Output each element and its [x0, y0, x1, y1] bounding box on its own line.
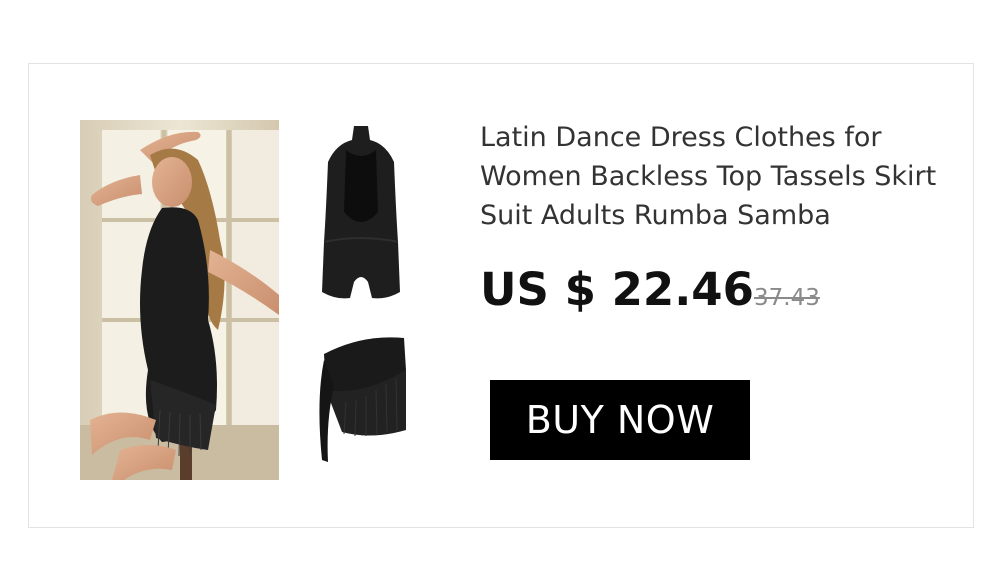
original-price: 37.43 — [754, 285, 820, 311]
buy-now-button[interactable]: BUY NOW — [490, 380, 750, 460]
product-title[interactable]: Latin Dance Dress Clothes for Women Back… — [480, 118, 950, 235]
tassel-skirt-photo[interactable] — [312, 330, 412, 470]
sale-price: US $ 22.46 — [480, 263, 754, 316]
bodysuit-photo[interactable] — [316, 122, 406, 304]
model-photo[interactable] — [80, 120, 279, 480]
